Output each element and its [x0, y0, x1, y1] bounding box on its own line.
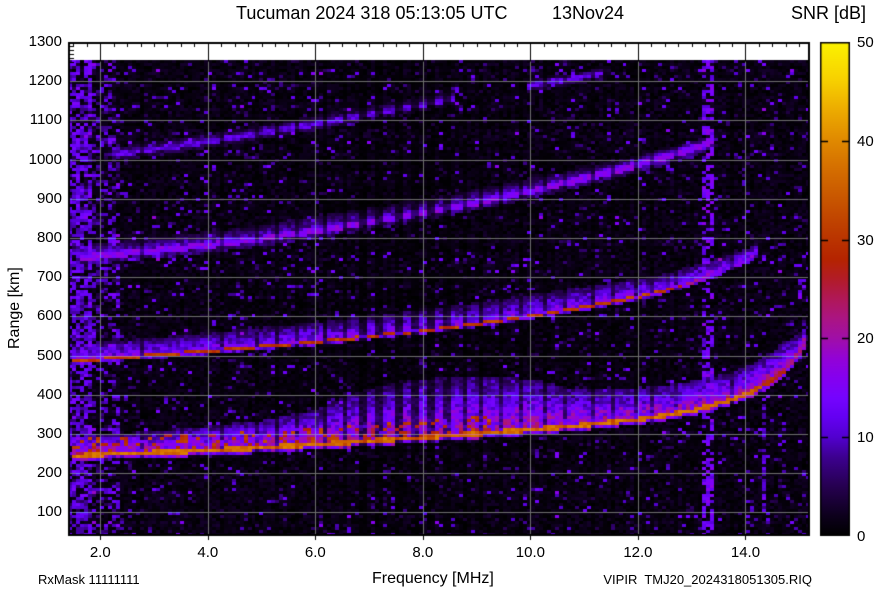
y-tick-label: 300: [36, 425, 62, 443]
colorbar-tick-label: 40: [857, 132, 874, 150]
ionogram-canvas: [0, 0, 884, 595]
page-title: Tucuman 2024 318 05:13:05 UTC: [236, 3, 508, 23]
x-tick-label: 8.0: [412, 544, 434, 561]
y-tick-label: 400: [36, 385, 62, 403]
y-tick-label: 1300: [28, 33, 62, 50]
x-tick-label: 4.0: [197, 544, 219, 561]
x-tick-label: 12.0: [623, 544, 653, 561]
y-tick-label: 900: [36, 189, 62, 207]
colorbar-tick-label: 50: [857, 34, 874, 51]
y-tick-label: 800: [36, 229, 62, 247]
y-tick-label: 600: [36, 307, 62, 325]
y-tick-label: 100: [36, 503, 62, 521]
y-tick-label: 500: [36, 346, 62, 364]
colorbar-tick-label: 0: [857, 528, 866, 545]
x-tick-label: 6.0: [304, 544, 326, 561]
x-tick-label: 14.0: [730, 544, 761, 561]
ionogram-figure: Tucuman 2024 318 05:13:05 UTC 13Nov24 SN…: [0, 0, 884, 595]
x-axis-title: Frequency [MHz]: [372, 570, 494, 587]
colorbar-tick-label: 10: [857, 429, 874, 447]
y-tick-label: 200: [36, 464, 62, 482]
title-date: 13Nov24: [552, 3, 625, 23]
y-tick-label: 1000: [28, 150, 62, 168]
colorbar-tick-label: 20: [857, 330, 874, 348]
x-tick-label: 2.0: [89, 544, 111, 561]
y-tick-label: 1100: [29, 111, 62, 129]
colorbar-title: SNR [dB]: [791, 3, 867, 23]
y-tick-label: 700: [36, 268, 62, 286]
instrument-file-annotation: VIPIR TMJ20_2024318051305.RIQ: [603, 572, 812, 587]
x-tick-label: 10.0: [515, 544, 545, 561]
rx-mask-annotation: RxMask 11111111: [38, 572, 140, 587]
y-tick-label: 1200: [28, 72, 62, 90]
colorbar-tick-label: 30: [857, 231, 874, 249]
